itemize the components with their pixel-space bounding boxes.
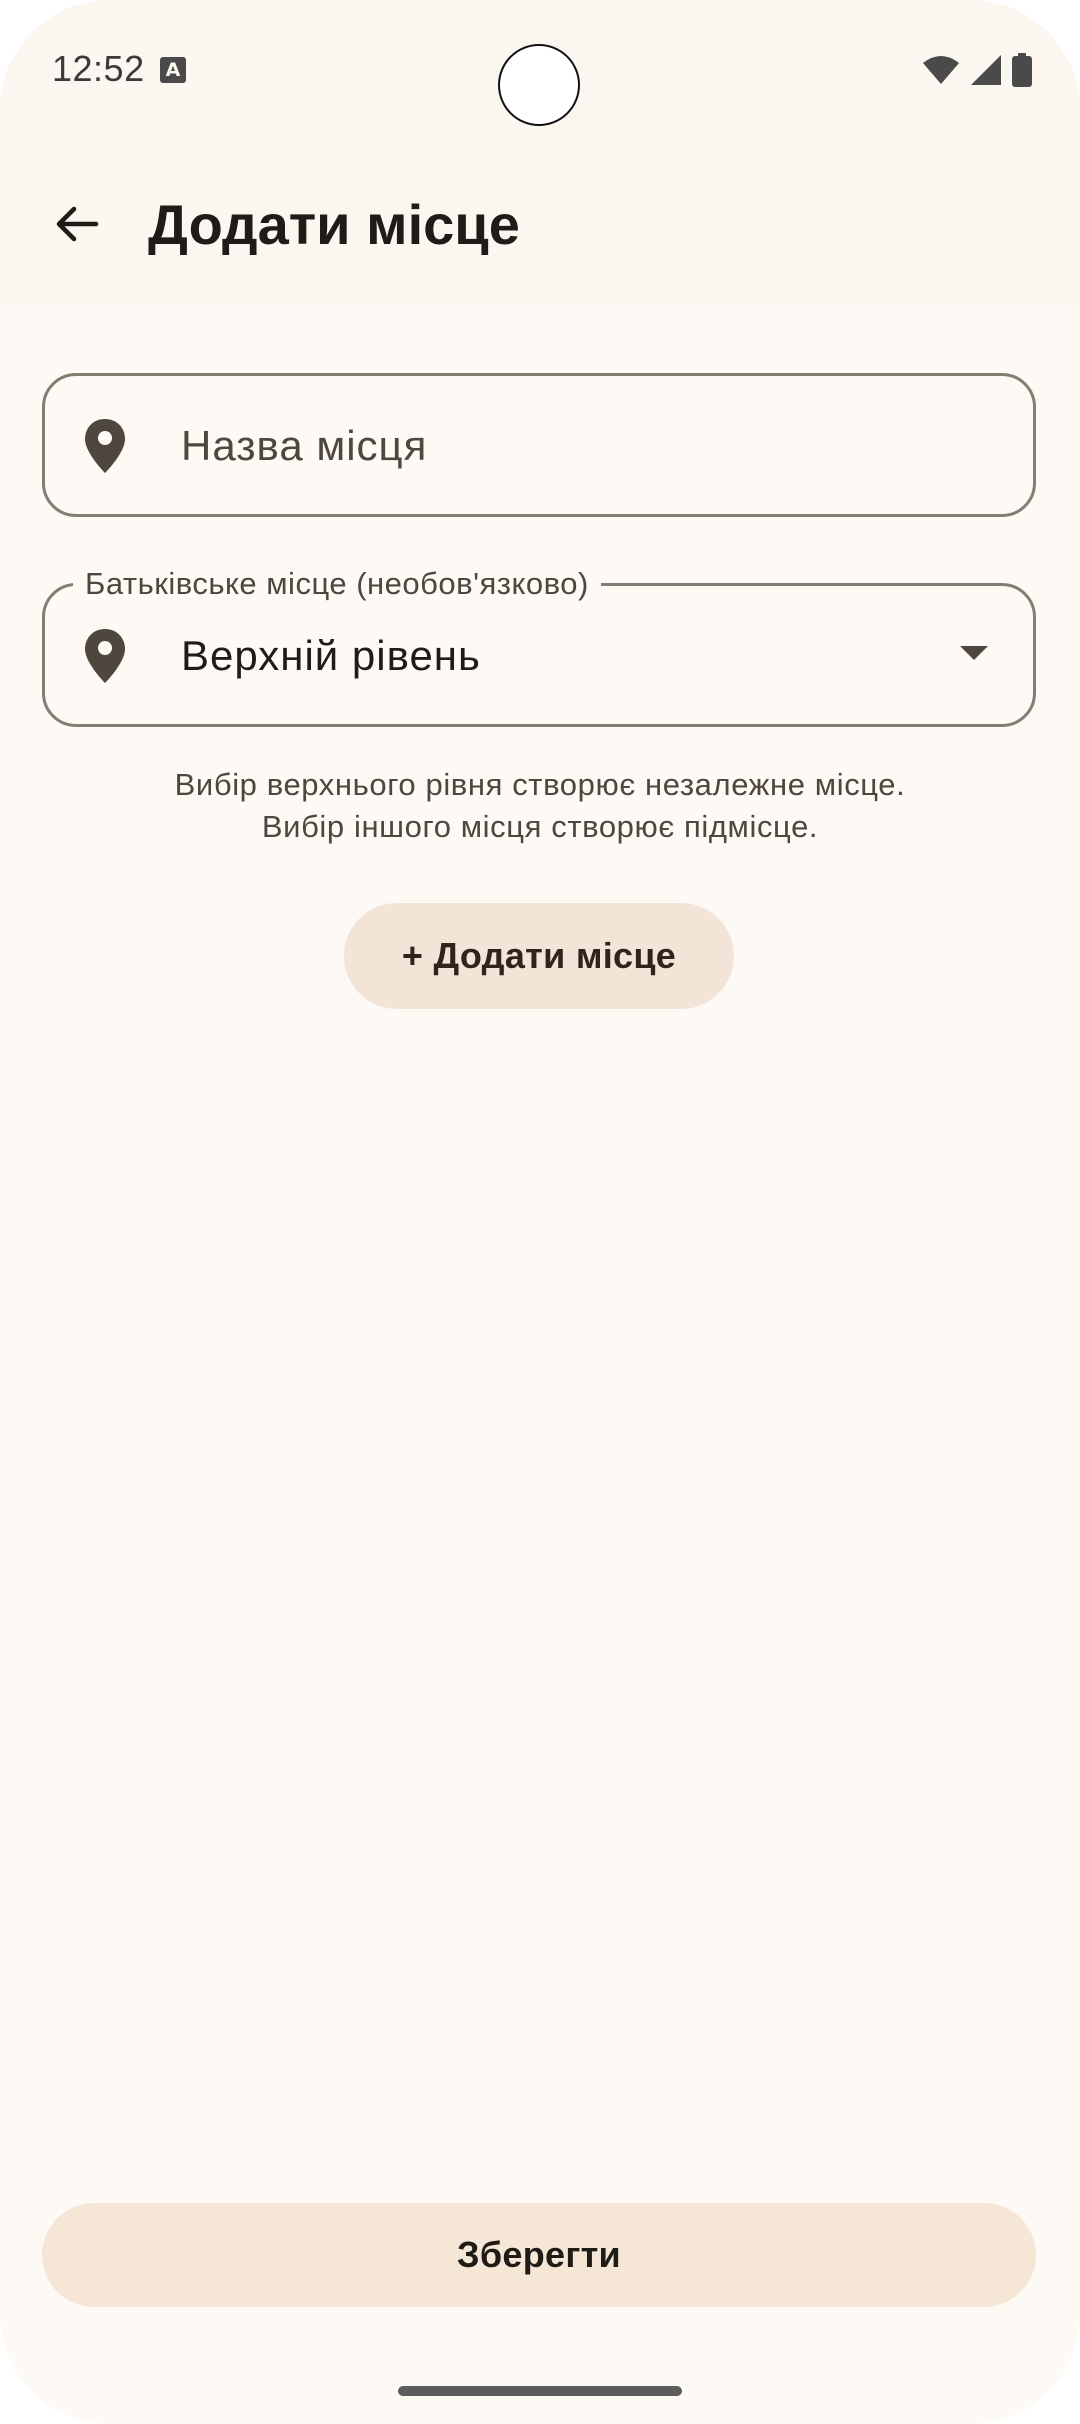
- signal-icon: [971, 55, 1001, 85]
- parent-place-label: Батьківське місце (необов'язково): [73, 558, 601, 610]
- back-button[interactable]: [38, 186, 114, 262]
- page-title: Додати місце: [148, 193, 520, 256]
- phone-screen: 12:52 A Додати місце Назва місця Батьків…: [0, 0, 1080, 2424]
- battery-icon: [1012, 53, 1032, 87]
- location-pin-icon: [85, 629, 125, 683]
- status-icons: [922, 52, 1032, 88]
- arrow-back-icon: [56, 206, 99, 242]
- parent-place-value: Верхній рівень: [181, 632, 481, 679]
- notification-a-icon: A: [160, 57, 186, 83]
- home-indicator[interactable]: [398, 2386, 682, 2396]
- place-name-placeholder: Назва місця: [181, 422, 428, 469]
- save-button[interactable]: Зберегти: [42, 2203, 1036, 2307]
- top-app-bar: 12:52 A Додати місце: [0, 0, 1080, 304]
- front-camera-cutout: [498, 44, 580, 126]
- add-place-button[interactable]: + Додати місце: [344, 903, 734, 1009]
- status-time: 12:52: [52, 48, 145, 89]
- wifi-icon: [923, 56, 959, 84]
- helper-text: Вибір верхнього рівня створює незалежне …: [0, 764, 1080, 848]
- helper-line-2: Вибір іншого місця створює підмісце.: [261, 809, 819, 844]
- dropdown-arrow-icon[interactable]: [959, 644, 989, 662]
- location-pin-icon: [85, 419, 125, 473]
- parent-place-dropdown[interactable]: Батьківське місце (необов'язково) Верхні…: [42, 558, 1036, 727]
- helper-line-1: Вибір верхнього рівня створює незалежне …: [174, 767, 906, 802]
- place-name-field[interactable]: Назва місця: [42, 373, 1036, 517]
